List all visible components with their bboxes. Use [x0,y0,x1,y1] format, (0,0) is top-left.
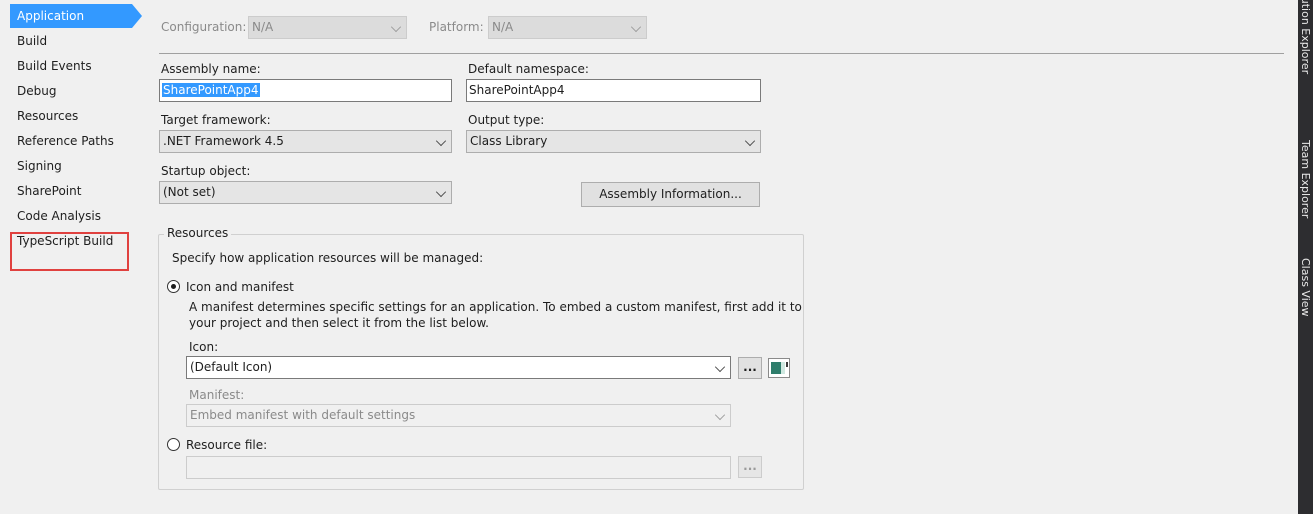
target-framework-label: Target framework: [161,113,271,127]
icon-manifest-description-line1: A manifest determines specific settings … [189,300,802,314]
target-framework-value: .NET Framework 4.5 [163,134,284,148]
icon-label: Icon: [189,340,219,354]
configuration-value: N/A [252,20,274,34]
nav-item-label: Code Analysis [17,209,101,223]
startup-object-value: (Not set) [163,185,216,199]
icon-browse-button[interactable]: ... [738,357,762,379]
tab-team-explorer[interactable]: Team Explorer [1298,140,1313,250]
resources-group-title: Resources [164,226,232,240]
target-framework-select[interactable]: .NET Framework 4.5 [159,130,452,153]
output-type-select[interactable]: Class Library [466,130,761,153]
default-namespace-value: SharePointApp4 [469,83,565,97]
platform-select[interactable]: N/A [488,16,647,39]
icon-manifest-description-line2: your project and then select it from the… [189,316,489,330]
chevron-down-icon [390,21,402,33]
icon-value: (Default Icon) [190,360,273,374]
tab-solution-explorer[interactable]: Solution Explorer [1298,0,1313,130]
manifest-select[interactable]: Embed manifest with default settings [186,404,731,427]
assembly-name-input[interactable]: SharePointApp4 [159,79,452,102]
nav-item-reference-paths[interactable]: Reference Paths [10,129,138,153]
property-page-nav: Application Build Build Events Debug Res… [0,0,150,514]
icon-browse-label: ... [743,360,757,374]
nav-item-label: Build [17,34,48,48]
nav-item-code-analysis[interactable]: Code Analysis [10,204,138,228]
manifest-label: Manifest: [189,388,245,402]
assembly-name-label: Assembly name: [161,62,261,76]
chevron-down-icon [714,361,726,373]
startup-object-select[interactable]: (Not set) [159,181,452,204]
resource-file-label: Resource file: [186,438,268,452]
nav-item-label: Debug [17,84,57,98]
default-namespace-input[interactable]: SharePointApp4 [466,79,761,102]
nav-item-build[interactable]: Build [10,29,138,53]
output-type-value: Class Library [470,134,548,148]
resource-file-browse-label: ... [743,459,757,473]
chevron-down-icon [714,409,726,421]
tab-label: Team Explorer [1299,140,1312,219]
chevron-down-icon [630,21,642,33]
output-type-label: Output type: [468,113,545,127]
chevron-down-icon [435,186,447,198]
platform-value: N/A [492,20,514,34]
icon-manifest-label: Icon and manifest [186,280,294,294]
icon-preview-image [768,358,790,378]
app-icon [771,362,788,374]
chevron-down-icon [744,135,756,147]
resource-file-radio[interactable] [167,438,180,451]
tab-label: Solution Explorer [1299,0,1312,75]
tab-label: Class View [1299,258,1312,317]
resource-file-browse-button[interactable]: ... [738,456,762,478]
chevron-down-icon [435,135,447,147]
nav-item-application[interactable]: Application [10,4,132,28]
resource-file-input[interactable] [186,456,731,479]
tool-window-tabs: Solution Explorer Team Explorer Class Vi… [1298,0,1313,514]
icon-select[interactable]: (Default Icon) [186,356,731,379]
nav-item-sharepoint[interactable]: SharePoint [10,179,138,203]
platform-label: Platform: [429,20,484,34]
nav-item-resources[interactable]: Resources [10,104,138,128]
assembly-information-button[interactable]: Assembly Information... [581,182,760,207]
radio-checked-dot [171,284,176,289]
header-divider [159,53,1284,54]
nav-item-label: Build Events [17,59,92,73]
assembly-name-value: SharePointApp4 [162,83,260,97]
nav-item-debug[interactable]: Debug [10,79,138,103]
assembly-information-label: Assembly Information... [599,187,742,201]
nav-item-label: Application [17,9,85,23]
highlight-box [10,232,129,271]
nav-item-label: SharePoint [17,184,82,198]
nav-item-label: Resources [17,109,79,123]
resources-description: Specify how application resources will b… [172,251,484,265]
nav-item-build-events[interactable]: Build Events [10,54,138,78]
nav-item-signing[interactable]: Signing [10,154,138,178]
default-namespace-label: Default namespace: [468,62,589,76]
startup-object-label: Startup object: [161,164,251,178]
manifest-value: Embed manifest with default settings [190,408,416,422]
nav-item-label: Reference Paths [17,134,114,148]
configuration-label: Configuration: [161,20,247,34]
tab-class-view[interactable]: Class View [1298,258,1313,348]
icon-manifest-radio[interactable] [167,280,180,293]
configuration-select[interactable]: N/A [248,16,407,39]
nav-item-label: Signing [17,159,62,173]
nav-active-arrow [132,4,142,28]
